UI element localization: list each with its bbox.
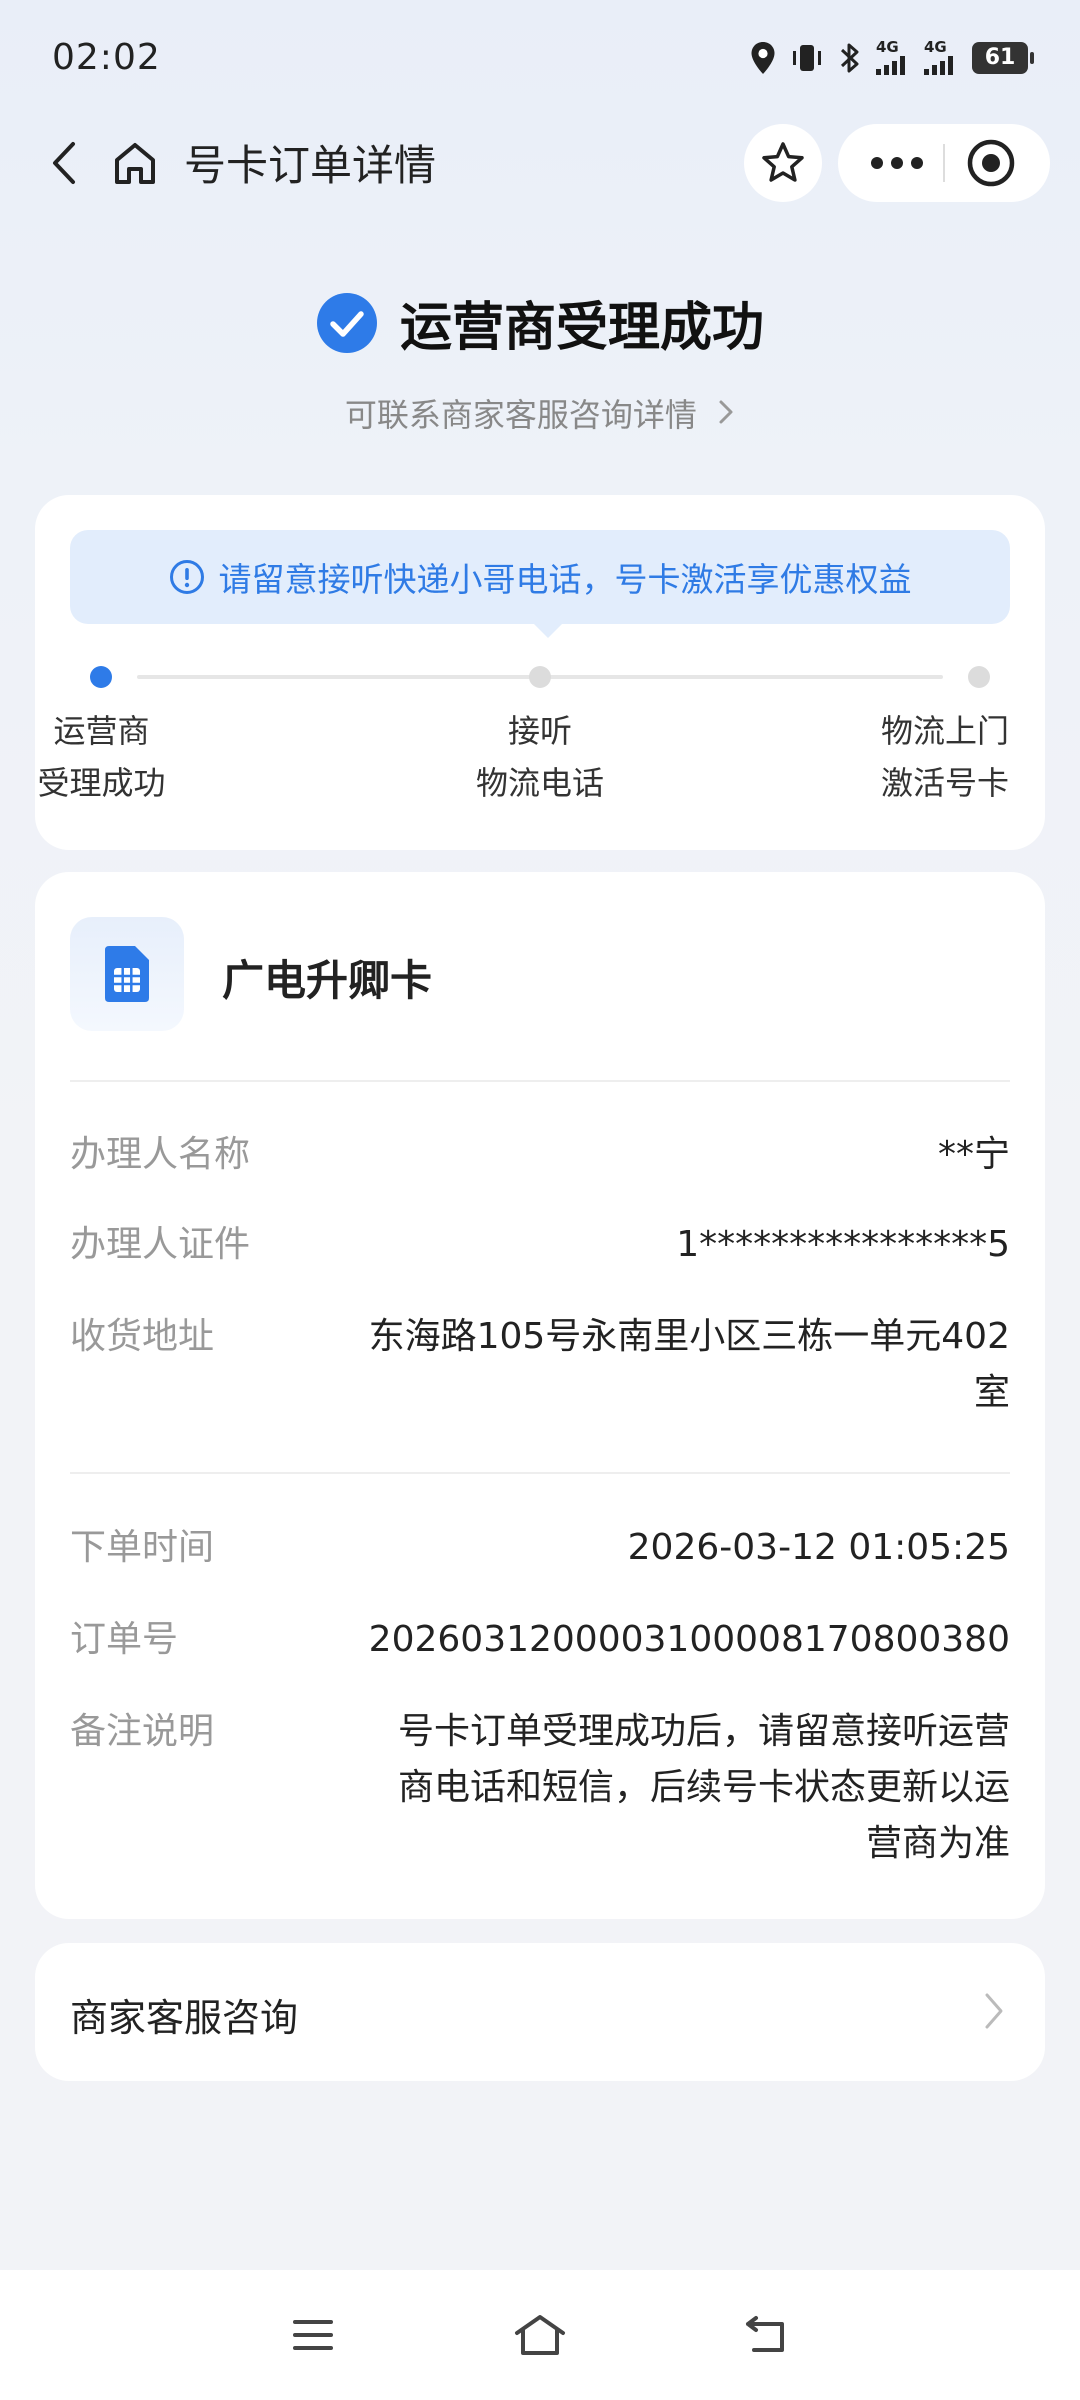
address-line1: 东海路105号永南里小区三栋一单元402 [368, 1316, 1010, 1357]
address-line2: 室 [973, 1372, 1010, 1413]
address-label: 收货地址 [70, 1316, 215, 1357]
home-button[interactable] [100, 128, 170, 198]
applicant-name-value: **宁 [937, 1134, 1010, 1175]
address-value: 东海路105号永南里小区三栋一单元402 室 [369, 1309, 1010, 1421]
system-home-button[interactable] [490, 2285, 590, 2385]
location-icon [750, 41, 776, 75]
step-label-3: 物流上门 激活号卡 [859, 705, 1009, 809]
status-icons: 4G 4G 61 [750, 40, 1034, 75]
order-no-value[interactable]: 20260312000031000081708003​80 [369, 1612, 1010, 1668]
merchant-service-label: 商家客服咨询 [70, 1996, 299, 2040]
sim-card-tile [70, 917, 184, 1031]
close-mini-program-icon [968, 139, 1015, 186]
signal-1-icon: 4G [876, 40, 910, 75]
order-card: 广电升卿卡 办理人名称 **宁 办理人证件 1****************5… [35, 872, 1045, 1919]
result-subtitle: 可联系商家客服咨询详情 [344, 396, 697, 434]
remark-line3: 营商为准 [865, 1823, 1010, 1864]
tip-text: 请留意接听快递小哥电话，号卡激活享优惠权益 [218, 560, 912, 599]
system-nav-bar [0, 2270, 1080, 2400]
divider-2 [70, 1472, 1010, 1474]
result-header: 运营商受理成功 [0, 285, 1080, 360]
product-name: 广电升卿卡 [222, 956, 433, 1005]
remark-line2: 商电话和短信，后续号卡状态更新以运 [397, 1767, 1010, 1808]
home-icon [514, 2315, 565, 2355]
mini-program-capsule [838, 123, 1050, 202]
progress-dot-3 [968, 666, 990, 688]
order-time-row: 下单时间 2026-03-12 01:05:25 [70, 1520, 1010, 1576]
merchant-service-button[interactable]: 商家客服咨询 [35, 1943, 1045, 2081]
nav-bar: 号卡订单详情 [0, 115, 1080, 210]
step-label-2: 接听 物流电话 [440, 705, 640, 809]
back-icon [745, 2316, 784, 2352]
back-icon [53, 141, 75, 184]
status-bar: 02:02 4G 4G 61 [0, 0, 1080, 115]
result-title: 运营商受理成功 [399, 298, 764, 358]
remark-line1: 号卡订单受理成功后，请留意接听运营 [397, 1711, 1010, 1752]
remark-label: 备注说明 [70, 1711, 215, 1752]
remark-value: 号卡订单受理成功后，请留意接听运营 商电话和短信，后续号卡状态更新以运 营商为准 [398, 1704, 1010, 1872]
network-type-2: 4G [924, 38, 947, 56]
order-time-value: 2026-03-12 01:05:25 [627, 1527, 1010, 1568]
system-back-button[interactable] [717, 2285, 817, 2385]
chevron-right-icon [985, 1993, 1003, 2029]
bluetooth-icon [838, 41, 862, 75]
order-time-label: 下单时间 [70, 1527, 215, 1568]
step-3-line1: 物流上门 [880, 712, 1009, 750]
tip-banner: 请留意接听快递小哥电话，号卡激活享优惠权益 [70, 530, 1010, 638]
recent-apps-button[interactable] [263, 2285, 363, 2385]
favorite-button[interactable] [744, 123, 822, 202]
chevron-right-icon [719, 400, 733, 424]
home-icon [115, 142, 155, 184]
sim-card-icon [105, 946, 149, 1002]
applicant-name-row: 办理人名称 **宁 [70, 1127, 1010, 1183]
applicant-name-label: 办理人名称 [70, 1134, 251, 1175]
remark-row: 备注说明 号卡订单受理成功后，请留意接听运营 商电话和短信，后续号卡状态更新以运… [70, 1704, 1010, 1872]
applicant-id-value: 1****************5 [676, 1224, 1010, 1265]
check-circle-icon [316, 292, 377, 353]
step-label-1: 运营商 受理成功 [35, 705, 168, 809]
info-icon [169, 560, 204, 594]
step-2-line1: 接听 [507, 712, 572, 750]
contact-merchant-link[interactable]: 可联系商家客服咨询详情 [0, 390, 1080, 436]
divider-1 [70, 1080, 1010, 1082]
menu-icon [293, 2320, 334, 2350]
close-mini-program-button[interactable] [956, 128, 1026, 198]
battery-indicator: 61 [972, 41, 1034, 74]
step-1-line1: 运营商 [53, 712, 150, 750]
star-icon [762, 141, 804, 182]
more-icon [870, 156, 923, 169]
vibrate-icon [790, 43, 824, 73]
status-time: 02:02 [52, 37, 161, 78]
step-2-line2: 物流电话 [475, 764, 604, 802]
address-row: 收货地址 东海路105号永南里小区三栋一单元402 室 [70, 1309, 1010, 1421]
page-title: 号卡订单详情 [184, 141, 437, 190]
network-type-1: 4G [876, 38, 899, 56]
back-button[interactable] [30, 128, 100, 198]
signal-2-icon: 4G [924, 40, 958, 75]
progress-card: 请留意接听快递小哥电话，号卡激活享优惠权益 运营商 受理成功 接听 物流电话 物… [35, 495, 1045, 850]
order-no-row: 订单号 20260312000031000081708003​80 [70, 1612, 1010, 1668]
applicant-id-label: 办理人证件 [70, 1224, 251, 1265]
more-button[interactable] [862, 128, 932, 198]
nav-actions [744, 123, 1050, 202]
order-no-label: 订单号 [70, 1619, 179, 1660]
progress-dot-2 [529, 666, 551, 688]
applicant-id-row: 办理人证件 1****************5 [70, 1217, 1010, 1273]
capsule-divider [942, 143, 945, 182]
step-3-line2: 激活号卡 [880, 764, 1009, 802]
progress-dot-1 [90, 666, 112, 688]
step-1-line2: 受理成功 [37, 764, 166, 802]
